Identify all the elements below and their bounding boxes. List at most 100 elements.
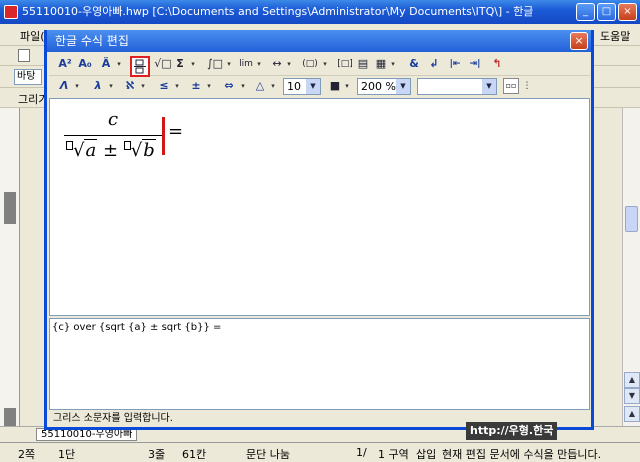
next-button[interactable]: ⇥|	[467, 54, 483, 74]
plus-minus: ±	[102, 140, 119, 161]
status-page: 2쪽	[18, 448, 36, 461]
bracket-dropdown-icon[interactable]: ▾	[321, 54, 329, 74]
close-icon: ×	[623, 6, 632, 17]
relation-dropdown-icon[interactable]: ▾	[173, 76, 181, 96]
window-title-text: 55110010-우영아빠.hwp [C:\Documents and Sett…	[22, 5, 534, 18]
equation-editor-dialog: 한글 수식 편집 × A² A₀ Ä ▾ √□ Σ ▾ ∫□ ▾ lim ▾ ↔…	[44, 30, 594, 430]
root-index-placeholder	[66, 141, 73, 150]
newline-button[interactable]: ↲	[427, 54, 441, 74]
close-button[interactable]: ×	[618, 3, 637, 21]
radical-sign: √	[73, 140, 85, 161]
status-message: 현재 편집 문서에 수식을 만듭니다.	[442, 448, 602, 461]
subscript-button[interactable]: A₀	[77, 54, 93, 74]
integral-dropdown-icon[interactable]: ▾	[225, 54, 233, 74]
greek-lower-dropdown-icon[interactable]: ▾	[107, 76, 115, 96]
dialog-title-text: 한글 수식 편집	[55, 34, 129, 48]
chevron-down-icon: ▼	[482, 79, 496, 94]
insert-exit-button[interactable]: ↰	[489, 54, 505, 74]
app-icon[interactable]	[4, 5, 18, 19]
status-section: 1 구역	[378, 448, 409, 461]
lines-button[interactable]: ▤	[355, 54, 371, 74]
style-combo[interactable]: 바탕	[14, 69, 42, 85]
greek-lower-button[interactable]: λ	[91, 76, 105, 96]
font-size-value: 10	[287, 80, 301, 93]
logic-arrow-button[interactable]: ⇔	[221, 76, 237, 96]
greek-upper-dropdown-icon[interactable]: ▾	[73, 76, 81, 96]
dialog-close-button[interactable]: ×	[570, 32, 588, 50]
denominator: √a ± √b	[66, 139, 156, 161]
chevron-down-icon: ▼	[306, 79, 320, 94]
root-index-placeholder	[123, 141, 131, 150]
maximize-button[interactable]: □	[597, 3, 616, 21]
options-icon[interactable]: ⋮	[521, 76, 533, 96]
root-button[interactable]: √□	[153, 54, 173, 74]
greek-upper-button[interactable]: Λ	[57, 76, 71, 96]
scroll-thumb[interactable]	[625, 206, 638, 232]
misc-symbol-button[interactable]: △	[253, 76, 267, 96]
status-page-of: 1/	[356, 446, 367, 459]
minimize-button[interactable]: _	[576, 3, 595, 21]
limit-dropdown-icon[interactable]: ▾	[255, 54, 263, 74]
integral-button[interactable]: ∫□	[205, 54, 225, 74]
status-line: 3줄	[148, 448, 166, 461]
limit-button[interactable]: lim	[237, 54, 255, 74]
window-title: 55110010-우영아빠.hwp [C:\Documents and Sett…	[0, 0, 640, 24]
page-up-icon[interactable]: ▲	[624, 406, 640, 422]
equation-script-text: {c} over {sqrt {a} ± sqrt {b}} =	[52, 322, 222, 333]
font-select[interactable]: ▼	[417, 78, 497, 95]
maximize-icon: □	[601, 6, 612, 17]
logic-arrow-dropdown-icon[interactable]: ▾	[239, 76, 247, 96]
color-dropdown-icon[interactable]: ▾	[343, 76, 351, 96]
equals-sign: =	[168, 121, 184, 142]
bracket-button[interactable]: (□)	[299, 54, 321, 74]
status-col-pos: 61칸	[182, 448, 207, 461]
status-mode: 문단 나눔	[246, 448, 290, 461]
radicand-a: a	[85, 140, 97, 161]
sum-dropdown-icon[interactable]: ▾	[189, 54, 197, 74]
symbols-dropdown-icon[interactable]: ▾	[139, 76, 147, 96]
status-insert[interactable]: 삽입	[416, 446, 436, 462]
decoration-dropdown-icon[interactable]: ▾	[115, 54, 123, 74]
case-button[interactable]: [□]	[335, 54, 355, 74]
relation-button[interactable]: ≤	[157, 76, 171, 96]
fraction-bar	[64, 135, 164, 136]
fraction-icon	[134, 59, 146, 74]
equation-script-input[interactable]: {c} over {sqrt {a} ± sqrt {b}} =	[49, 318, 590, 410]
align-button[interactable]: &	[407, 54, 421, 74]
chevron-down-icon: ▼	[396, 79, 410, 94]
matrix-button[interactable]: ▦	[373, 54, 389, 74]
spacing-icon[interactable]: ▫▫	[503, 78, 519, 94]
sum-button[interactable]: Σ	[173, 54, 187, 74]
matrix-dropdown-icon[interactable]: ▾	[389, 54, 397, 74]
equation-preview[interactable]: c √a ± √b =	[49, 98, 590, 316]
minimize-icon: _	[583, 6, 588, 17]
vertical-ruler	[0, 108, 20, 426]
radicand-b: b	[143, 140, 155, 161]
numerator: c	[108, 109, 119, 130]
vertical-scrollbar[interactable]: ▲ ▼ ▲	[622, 108, 640, 426]
operator-dropdown-icon[interactable]: ▾	[205, 76, 213, 96]
arrow-button[interactable]: ↔	[269, 54, 285, 74]
watermark: http://우형.한국	[466, 422, 558, 440]
superscript-button[interactable]: A²	[57, 54, 73, 74]
close-icon: ×	[574, 34, 584, 47]
statusbar: 2쪽 1단 3줄 61칸 문단 나눔 1/ 1 구역 삽입 현재 편집 문서에 …	[0, 442, 640, 462]
equation-toolbar-2: Λ ▾ λ ▾ ℵ ▾ ≤ ▾ ± ▾ ⇔ ▾ △ ▾ 10 ▼ ■ ▾ 200 …	[49, 76, 590, 98]
color-button[interactable]: ■	[327, 76, 343, 96]
symbols-button[interactable]: ℵ	[123, 76, 137, 96]
arrow-dropdown-icon[interactable]: ▾	[285, 54, 293, 74]
zoom-value: 200 %	[361, 80, 396, 93]
scroll-down-icon[interactable]: ▼	[624, 388, 640, 404]
operator-button[interactable]: ±	[189, 76, 203, 96]
prev-button[interactable]: |⇤	[447, 54, 463, 74]
status-column: 1단	[58, 448, 76, 461]
zoom-select[interactable]: 200 % ▼	[357, 78, 411, 95]
font-size-select[interactable]: 10 ▼	[283, 78, 321, 95]
fraction-button[interactable]	[130, 56, 150, 77]
decoration-button[interactable]: Ä	[99, 54, 113, 74]
misc-symbol-dropdown-icon[interactable]: ▾	[269, 76, 277, 96]
text-cursor	[162, 117, 165, 155]
dialog-title: 한글 수식 편집 ×	[47, 30, 591, 52]
new-document-icon[interactable]	[18, 49, 30, 62]
scroll-up-icon[interactable]: ▲	[624, 372, 640, 388]
